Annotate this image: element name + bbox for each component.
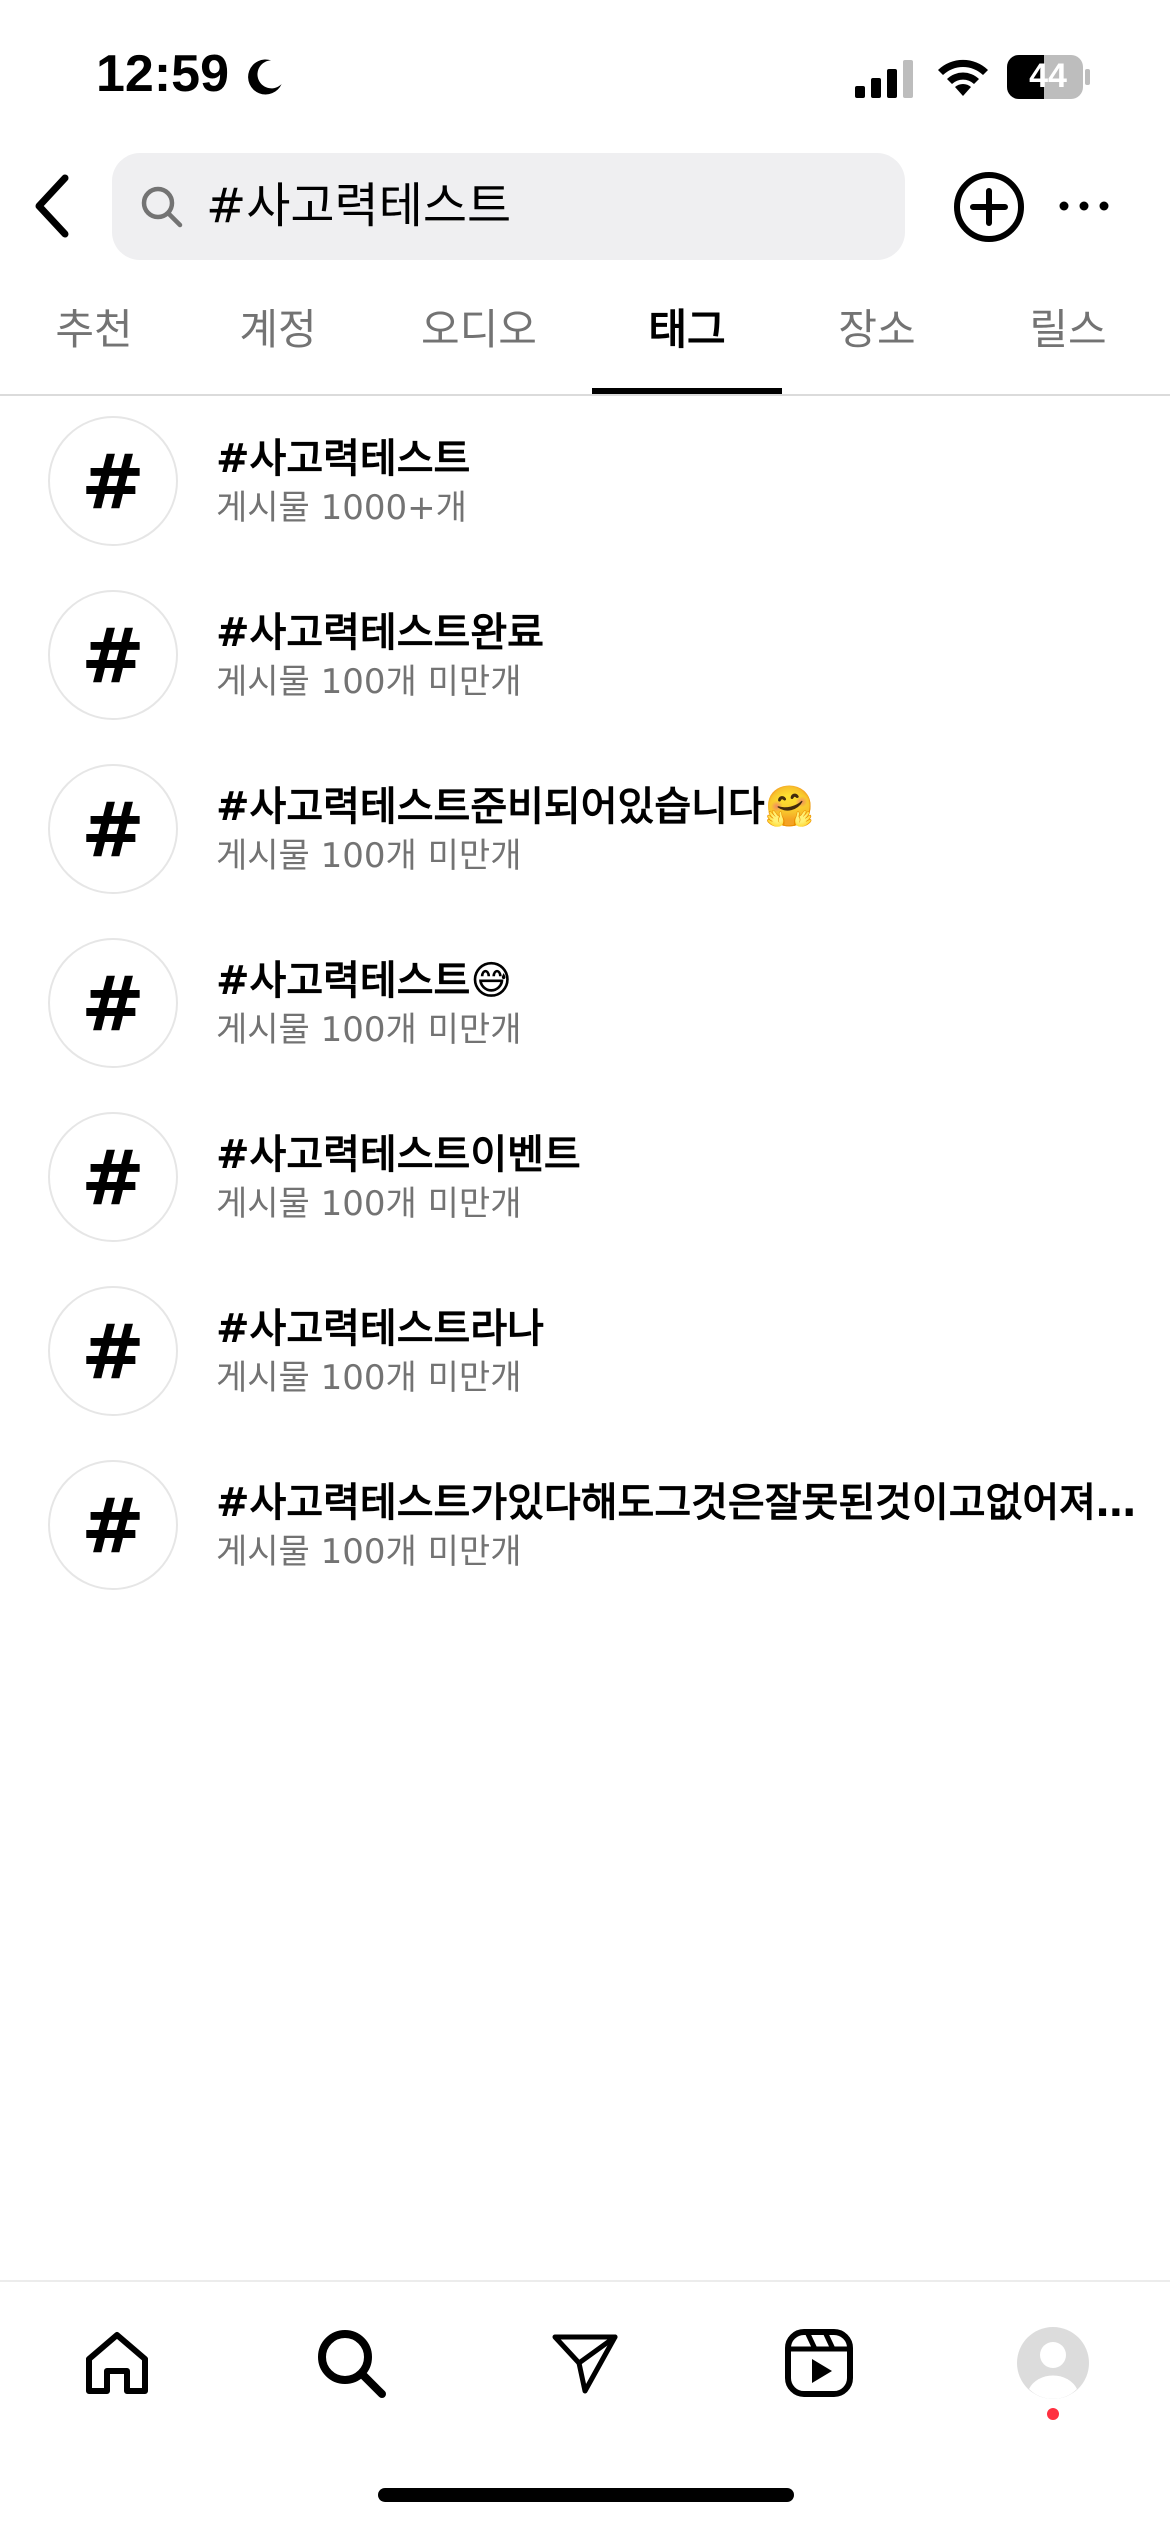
cellular-signal-icon — [855, 60, 913, 98]
home-indicator — [378, 2488, 794, 2502]
hashtag-icon: # — [48, 416, 178, 546]
nav-search-button[interactable] — [306, 2318, 396, 2408]
nav-messages-button[interactable] — [540, 2318, 630, 2408]
tag-name: #사고력테스트준비되어있습니다🤗 — [216, 784, 815, 830]
search-icon — [318, 2330, 386, 2398]
back-button[interactable] — [18, 166, 88, 246]
tag-name: #사고력테스트이벤트 — [216, 1132, 581, 1178]
hashtag-icon: # — [48, 938, 178, 1068]
active-tab-indicator — [592, 388, 782, 394]
hashtag-icon: # — [48, 1460, 178, 1590]
list-item[interactable]: # #사고력테스트가있다해도그것은잘못된것이고없어져야할것이다 게시물 100개… — [0, 1440, 1170, 1614]
list-item[interactable]: # #사고력테스트이벤트 게시물 100개 미만개 — [0, 1092, 1170, 1266]
chevron-left-icon — [35, 174, 69, 238]
tag-name: #사고력테스트라나 — [216, 1306, 544, 1352]
list-item[interactable]: # #사고력테스트완료 게시물 100개 미만개 — [0, 570, 1170, 744]
search-tabs: 추천 계정 오디오 태그 장소 릴스 — [0, 290, 1170, 396]
more-options-button[interactable] — [1056, 186, 1112, 226]
tag-name: #사고력테스트가있다해도그것은잘못된것이고없어져야할것이다 — [216, 1480, 1156, 1526]
more-horizontal-icon — [1059, 201, 1109, 211]
hashtag-icon: # — [48, 1112, 178, 1242]
nav-home-button[interactable] — [72, 2318, 162, 2408]
plus-circle-icon — [954, 172, 1024, 242]
list-item[interactable]: # #사고력테스트준비되어있습니다🤗 게시물 100개 미만개 — [0, 744, 1170, 918]
send-icon — [552, 2334, 618, 2394]
tab-tags[interactable]: 태그 — [590, 290, 784, 394]
list-item[interactable]: # #사고력테스트😅 게시물 100개 미만개 — [0, 918, 1170, 1092]
home-icon — [86, 2332, 148, 2394]
status-time: 12:59 — [96, 45, 229, 103]
tab-accounts[interactable]: 계정 — [188, 290, 368, 394]
tag-post-count: 게시물 100개 미만개 — [216, 1184, 522, 1224]
hashtag-icon: # — [48, 764, 178, 894]
tag-post-count: 게시물 100개 미만개 — [216, 1532, 522, 1572]
tag-post-count: 게시물 100개 미만개 — [216, 1010, 522, 1050]
moon-icon — [248, 59, 282, 95]
list-item[interactable]: # #사고력테스트 게시물 1000+개 — [0, 396, 1170, 570]
wifi-icon — [938, 59, 988, 96]
hashtag-icon: # — [48, 1286, 178, 1416]
search-input[interactable]: #사고력테스트 — [206, 153, 511, 260]
status-bar: 12:59 44 — [0, 0, 1170, 150]
tab-recommended[interactable]: 추천 — [0, 290, 188, 394]
tab-reels[interactable]: 릴스 — [970, 290, 1166, 394]
search-field[interactable]: #사고력테스트 — [112, 153, 905, 260]
tag-name: #사고력테스트😅 — [216, 958, 513, 1004]
tab-audio[interactable]: 오디오 — [368, 290, 590, 394]
hashtag-icon: # — [48, 590, 178, 720]
tag-post-count: 게시물 100개 미만개 — [216, 1358, 522, 1398]
search-icon — [141, 186, 183, 228]
battery-level: 44 — [1029, 57, 1067, 95]
tag-name: #사고력테스트 — [216, 436, 471, 482]
list-item[interactable]: # #사고력테스트라나 게시물 100개 미만개 — [0, 1266, 1170, 1440]
add-button[interactable] — [952, 170, 1026, 244]
reels-icon — [785, 2329, 853, 2397]
nav-profile-button[interactable] — [1008, 2318, 1098, 2408]
tag-post-count: 게시물 100개 미만개 — [216, 662, 522, 702]
tag-post-count: 게시물 1000+개 — [216, 488, 467, 528]
notification-dot — [1047, 2408, 1059, 2420]
profile-avatar-icon — [1017, 2327, 1089, 2399]
tag-results-list: # #사고력테스트 게시물 1000+개 # #사고력테스트완료 게시물 100… — [0, 396, 1170, 1614]
nav-reels-button[interactable] — [774, 2318, 864, 2408]
tag-post-count: 게시물 100개 미만개 — [216, 836, 522, 876]
tag-name: #사고력테스트완료 — [216, 610, 544, 656]
tab-places[interactable]: 장소 — [784, 290, 970, 394]
